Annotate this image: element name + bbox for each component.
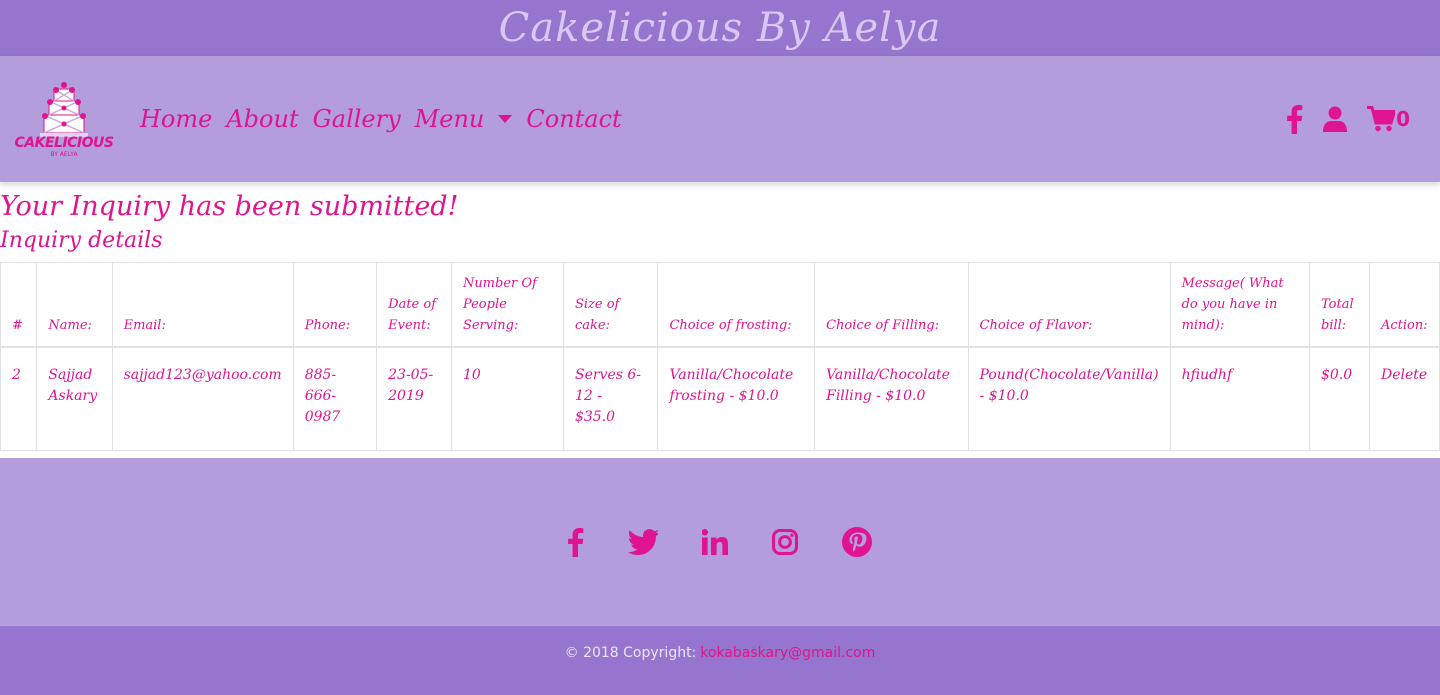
nav-menu-dropdown[interactable]: Menu [415,105,513,133]
twitter-icon[interactable] [628,529,658,555]
nav-home[interactable]: Home [140,105,212,133]
nav-links: Home About Gallery Menu Contact [140,105,636,133]
submission-message: Your Inquiry has been submitted! [0,191,459,222]
col-frosting: Choice of frosting: [657,262,816,348]
cell-date: 23-05-2019 [376,346,452,451]
linkedin-icon[interactable] [702,529,728,555]
col-email: Email: [111,262,294,348]
navbar: CAKELICIOUS BY AELYA Home About Gallery … [0,56,1440,182]
copyright-text: © 2018 Copyright: [564,644,697,661]
facebook-icon[interactable] [1287,104,1303,134]
nav-menu-label: Menu [414,105,485,133]
main-content: Your Inquiry has been submitted! Inquiry… [0,190,1440,451]
nav-icons: 0 [1267,56,1410,182]
cart-icon[interactable]: 0 [1367,106,1410,132]
instagram-icon[interactable] [772,529,798,555]
logo-text: CAKELICIOUS [14,134,115,151]
cell-id: 2 [0,346,38,451]
nav-contact[interactable]: Contact [526,105,621,133]
table-header-row: # Name: Email: Phone: Date of Event: Num… [0,262,1440,348]
col-id: # [0,262,38,348]
site-header: Cakelicious By Aelya [0,0,1440,56]
col-name: Name: [36,262,113,348]
logo-subtext: BY AELYA [50,150,78,158]
cell-name: Sajjad Askary [36,346,113,451]
col-date: Date of Event: [376,262,452,348]
cell-total: $0.0 [1309,346,1370,451]
col-size: Size of cake: [562,262,659,348]
col-action: Action: [1368,262,1440,348]
cell-filling: Vanilla/Chocolate Filling - $10.0 [814,346,969,451]
cell-people: 10 [450,346,564,451]
col-flavor: Choice of Flavor: [967,262,1171,348]
cell-email: sajjad123@yahoo.com [111,346,294,451]
caret-down-icon [498,115,513,123]
user-icon[interactable] [1323,106,1348,132]
col-message: Message( What do you have in mind): [1169,262,1311,348]
copyright-bar: © 2018 Copyright: kokabaskary@gmail.com [0,626,1440,695]
footer [0,458,1440,626]
table-row: 2 Sajjad Askary sajjad123@yahoo.com 885-… [0,346,1440,451]
delete-link[interactable]: Delete [1368,346,1440,451]
email-link[interactable]: kokabaskary@gmail.com [700,645,875,661]
cart-count: 0 [1396,107,1410,131]
nav-gallery[interactable]: Gallery [313,105,401,133]
pinterest-icon[interactable] [842,527,872,557]
col-filling: Choice of Filling: [814,262,969,348]
cell-frosting: Vanilla/Chocolate frosting - $10.0 [657,346,816,451]
cake-logo-icon [40,81,88,137]
inquiry-table: # Name: Email: Phone: Date of Event: Num… [0,262,1440,451]
site-title: Cakelicious By Aelya [498,5,942,51]
cell-message: hfiudhf [1169,346,1311,451]
facebook-icon[interactable] [568,527,584,557]
col-people: Number Of People Serving: [450,262,564,348]
logo[interactable]: CAKELICIOUS BY AELYA [14,69,114,169]
col-phone: Phone: [292,262,378,348]
social-links [546,527,894,557]
cell-phone: 885-666-0987 [292,346,378,451]
inquiry-details-heading: Inquiry details [0,228,163,253]
nav-about[interactable]: About [226,105,298,133]
cell-size: Serves 6-12 - $35.0 [562,346,659,451]
col-total: Total bill: [1309,262,1370,348]
cell-flavor: Pound(Chocolate/Vanilla) - $10.0 [967,346,1171,451]
